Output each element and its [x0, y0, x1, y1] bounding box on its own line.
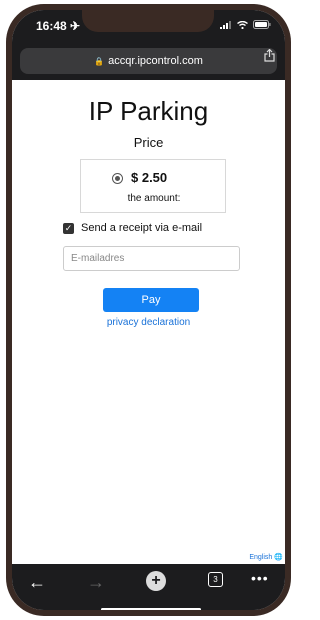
wifi-icon [237, 20, 248, 29]
language-switcher[interactable]: English 🌐 [249, 553, 283, 561]
page-title: IP Parking [88, 96, 209, 126]
new-tab-plus-icon[interactable]: + [146, 571, 166, 591]
status-icons [220, 20, 271, 29]
pay-button[interactable]: Pay [103, 288, 199, 312]
url-text: accqr.ipcontrol.com [108, 55, 203, 67]
tabs-button[interactable]: 3 [208, 572, 223, 587]
notch [82, 10, 214, 32]
forward-arrow-icon[interactable]: → [87, 572, 105, 593]
more-options-icon[interactable]: ••• [251, 570, 269, 586]
screen: 16:48 ✈ 🔒 accqr.ipcontrol.com IP Parking… [12, 10, 285, 610]
signal-icon [220, 20, 231, 29]
email-input[interactable] [63, 246, 240, 271]
home-indicator [101, 608, 201, 610]
battery-icon [253, 20, 271, 29]
phone-frame: 16:48 ✈ 🔒 accqr.ipcontrol.com IP Parking… [6, 4, 291, 616]
back-arrow-icon[interactable]: ← [28, 572, 46, 593]
price-amount: $ 2.50 [131, 170, 168, 185]
browser-toolbar: ← → + 3 ••• [12, 564, 285, 610]
price-option-box: $ 2.50 the amount: [80, 159, 226, 213]
privacy-link[interactable]: privacy declaration [12, 317, 285, 328]
address-bar: 🔒 accqr.ipcontrol.com [12, 44, 285, 80]
page-subtitle: Price [133, 135, 164, 150]
url-field[interactable]: 🔒 accqr.ipcontrol.com [20, 48, 277, 74]
price-caption: the amount: [127, 193, 181, 204]
page-content: IP Parking Price $ 2.50 the amount: ✓ Se… [12, 80, 285, 564]
lock-icon: 🔒 [94, 56, 105, 66]
globe-icon: 🌐 [274, 554, 283, 561]
status-time: 16:48 ✈ [36, 19, 81, 33]
receipt-checkbox[interactable]: ✓ [63, 223, 74, 234]
price-radio[interactable] [112, 173, 123, 184]
receipt-label: Send a receipt via e-mail [81, 222, 203, 234]
share-icon[interactable] [264, 48, 275, 65]
language-label: English [249, 554, 273, 561]
